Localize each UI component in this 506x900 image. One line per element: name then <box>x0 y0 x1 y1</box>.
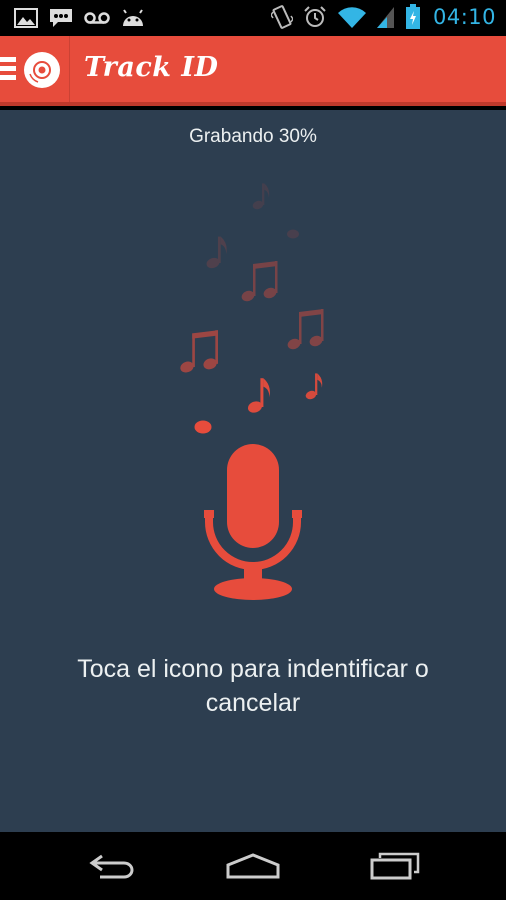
vibrate-icon <box>270 4 293 30</box>
eighth-note-1 <box>246 378 270 415</box>
disc-logo-icon[interactable] <box>24 52 60 92</box>
instruction-text: Toca el icono para indentificar o cancel… <box>77 655 429 717</box>
faded-note-3 <box>205 236 227 270</box>
wifi-icon <box>337 5 367 29</box>
message-icon <box>48 7 74 29</box>
beamed-note-3 <box>178 330 219 375</box>
app-bar-divider <box>69 36 70 102</box>
image-icon <box>14 8 38 28</box>
home-icon[interactable] <box>226 852 280 884</box>
navigation-bar <box>0 832 506 900</box>
faded-note-1 <box>251 183 270 211</box>
note-head-dot <box>194 420 212 434</box>
status-bar: 04:10 <box>0 0 506 36</box>
main-content: Grabando 30% Toca el icono para indentif… <box>0 110 506 832</box>
system-icons: 04:10 <box>270 4 496 30</box>
voicemail-icon <box>84 11 110 25</box>
drawer-menu-icon[interactable] <box>0 57 16 84</box>
microphone-icon[interactable] <box>200 442 306 606</box>
recent-apps-icon[interactable] <box>370 852 420 884</box>
signal-icon <box>376 5 395 29</box>
app-title: Track ID <box>84 52 219 83</box>
android-icon <box>120 8 146 28</box>
alarm-icon <box>303 5 327 29</box>
clock: 04:10 <box>432 5 496 29</box>
app-bar: Track ID <box>0 36 506 106</box>
eighth-note-2 <box>304 373 323 401</box>
back-icon[interactable] <box>88 852 136 884</box>
battery-charging-icon <box>405 4 421 30</box>
faded-note-2 <box>287 229 299 239</box>
notification-icons <box>14 7 146 29</box>
beamed-note-1 <box>240 261 278 303</box>
beamed-note-2 <box>286 309 324 351</box>
